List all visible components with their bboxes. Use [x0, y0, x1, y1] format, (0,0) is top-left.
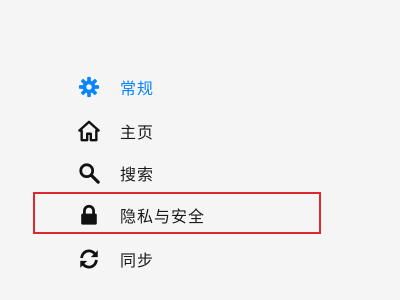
- sidebar-item-label: 主页: [120, 123, 155, 142]
- highlight-box: [33, 192, 321, 234]
- settings-sidebar: 常规 主页 搜索 隐私与安全 同步: [0, 0, 400, 300]
- sidebar-item-label: 搜索: [120, 165, 155, 184]
- sidebar-item-sync[interactable]: 同步: [78, 244, 154, 274]
- sidebar-item-label: 常规: [120, 79, 155, 98]
- sidebar-item-label: 同步: [120, 251, 155, 270]
- sidebar-item-home[interactable]: 主页: [78, 116, 154, 146]
- search-icon: [78, 162, 100, 184]
- sidebar-item-search[interactable]: 搜索: [78, 158, 154, 188]
- sync-icon: [78, 248, 100, 270]
- gear-icon: [78, 76, 100, 98]
- settings-page: 常规 主页 搜索 隐私与安全 同步: [0, 0, 400, 300]
- sidebar-item-general[interactable]: 常规: [78, 72, 154, 102]
- home-icon: [78, 120, 100, 142]
